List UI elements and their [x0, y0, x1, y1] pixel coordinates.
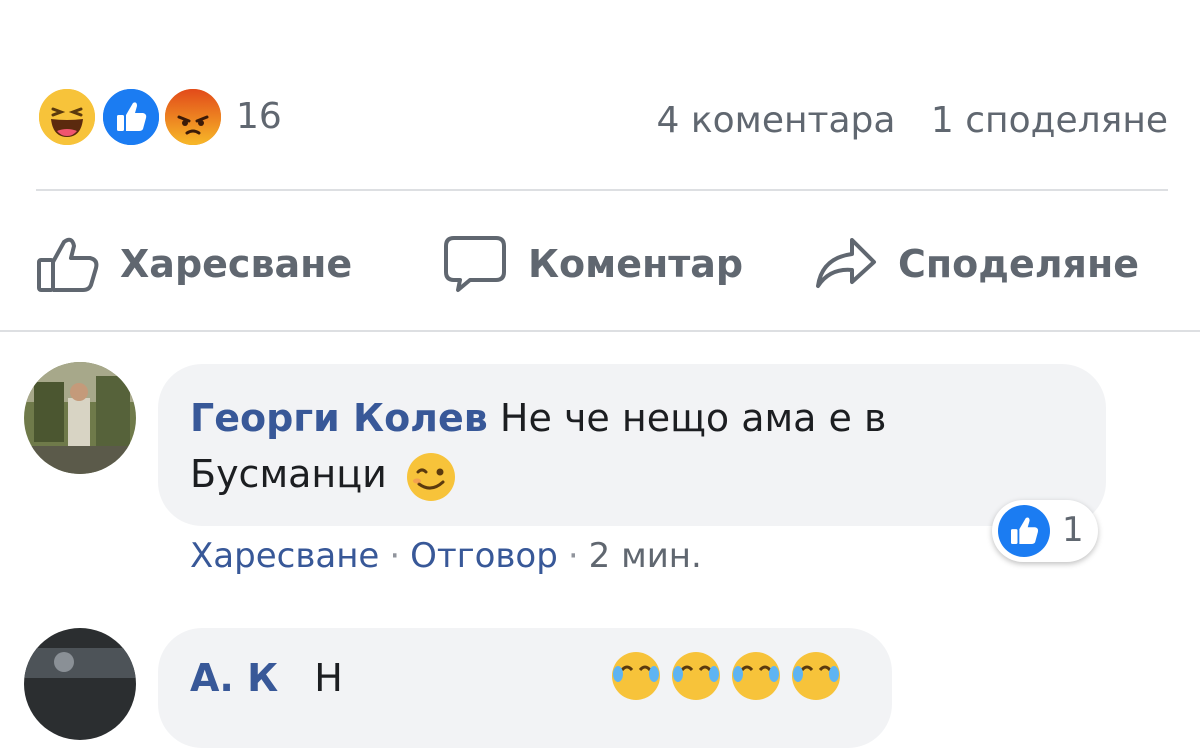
- comment-reply-link[interactable]: Отговор: [410, 536, 558, 576]
- share-button-label: Споделяне: [898, 242, 1139, 286]
- comment-body: Георги Колев Не че нещо ама е в Бусманци: [190, 390, 1070, 503]
- like-button-label: Харесване: [120, 242, 353, 286]
- comment-count-link[interactable]: 4 коментара: [657, 100, 896, 141]
- laughing-crying-icon: [670, 650, 722, 706]
- divider: [36, 189, 1168, 191]
- comment-body: А. К Н: [190, 650, 343, 706]
- comment-text-continued: Бусманци: [190, 452, 387, 496]
- comment-like-badge[interactable]: 1: [992, 500, 1098, 562]
- comment-text: Не че нещо ама е в: [499, 396, 887, 440]
- reaction-icons[interactable]: [36, 86, 236, 150]
- comment-bubble: А. К Н: [158, 628, 892, 748]
- comment-button[interactable]: Коментар: [444, 234, 743, 294]
- comment-actions: Харесване · Отговор · 2 мин.: [190, 536, 702, 576]
- divider: [0, 330, 1200, 332]
- emoji-row: [610, 650, 842, 706]
- comment-author-link[interactable]: Георги Колев: [190, 396, 488, 440]
- haha-icon: [36, 86, 98, 148]
- comment-like-link[interactable]: Харесване: [190, 536, 379, 576]
- like-icon: [100, 86, 162, 148]
- speech-bubble-icon: [444, 234, 508, 294]
- avatar[interactable]: [24, 362, 136, 474]
- comment-button-label: Коментар: [528, 242, 744, 286]
- like-button[interactable]: Харесване: [36, 234, 352, 294]
- share-arrow-icon: [814, 234, 878, 294]
- share-count-link[interactable]: 1 споделяне: [931, 100, 1168, 141]
- angry-icon: [162, 86, 224, 148]
- comment-timestamp[interactable]: 2 мин.: [589, 536, 702, 576]
- comment-bubble: Георги Колев Не че нещо ама е в Бусманци: [158, 364, 1106, 526]
- laughing-crying-icon: [790, 650, 842, 706]
- thumbs-up-icon: [36, 234, 100, 294]
- comment-text: Н: [314, 656, 343, 700]
- reaction-count[interactable]: 16: [236, 96, 282, 137]
- laughing-crying-icon: [730, 650, 782, 706]
- post-stats: 4 коментара 1 споделяне: [657, 100, 1168, 141]
- like-icon: [998, 505, 1050, 561]
- wink-emoji-icon: [405, 451, 457, 503]
- share-button[interactable]: Споделяне: [814, 234, 1139, 294]
- comment-like-count: 1: [1062, 510, 1084, 550]
- avatar[interactable]: [24, 628, 136, 740]
- comment-author-link[interactable]: А. К: [190, 656, 278, 700]
- laughing-crying-icon: [610, 650, 662, 706]
